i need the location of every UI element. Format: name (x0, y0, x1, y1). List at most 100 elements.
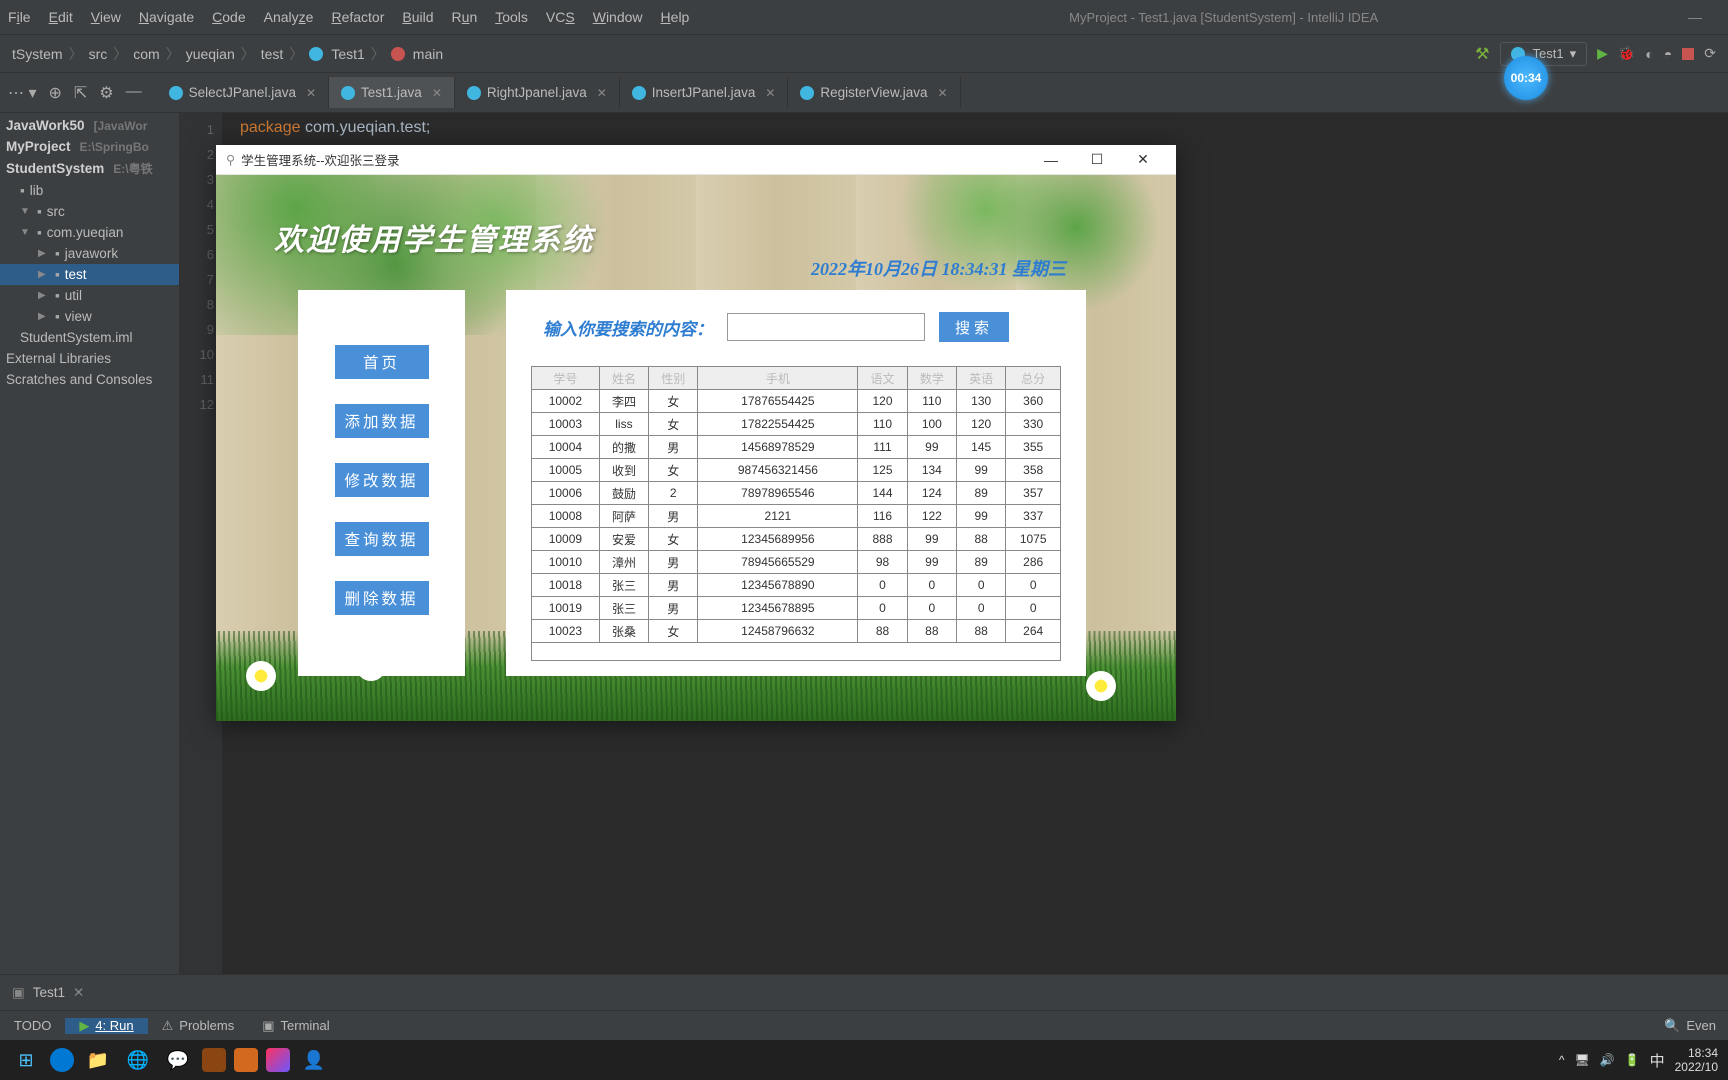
tab-insertjpanel[interactable]: InsertJPanel.java✕ (620, 77, 789, 108)
close-icon[interactable]: ✕ (73, 985, 84, 1001)
debug-icon[interactable]: 🐞 (1618, 45, 1635, 62)
code-line[interactable]: package com.yueqian.test; (240, 117, 430, 137)
intellij-icon[interactable] (266, 1048, 290, 1072)
folder-src[interactable]: ▼▪src (0, 201, 179, 222)
external-libraries[interactable]: External Libraries (0, 348, 179, 369)
gear-icon[interactable]: ⚙ (99, 83, 113, 103)
table-header[interactable]: 姓名 (599, 367, 648, 390)
table-header[interactable]: 数学 (907, 367, 956, 390)
tab-rightjpanel[interactable]: RightJpanel.java✕ (455, 77, 620, 108)
hide-icon[interactable]: — (126, 83, 142, 103)
menu-help[interactable]: Help (661, 9, 690, 25)
eventlog-tool[interactable]: 🔍Even (1650, 1018, 1728, 1034)
add-button[interactable]: 添加数据 (335, 404, 429, 438)
crumb[interactable]: src (89, 46, 108, 62)
table-row[interactable]: 10009安爱女1234568995688899881075 (532, 528, 1061, 551)
table-header[interactable]: 总分 (1006, 367, 1061, 390)
edit-button[interactable]: 修改数据 (335, 463, 429, 497)
explorer-icon[interactable]: 📁 (82, 1044, 114, 1076)
delete-button[interactable]: 删除数据 (335, 581, 429, 615)
menu-analyze[interactable]: Analyze (264, 9, 314, 25)
table-row[interactable]: 10006鼓励27897896554614412489357 (532, 482, 1061, 505)
clock[interactable]: 18:34 2022/10 (1675, 1046, 1718, 1075)
scratches[interactable]: Scratches and Consoles (0, 369, 179, 390)
tray-monitor-icon[interactable]: 🖥 (1574, 1053, 1589, 1067)
table-row[interactable]: 10003liss女17822554425110100120330 (532, 413, 1061, 436)
close-icon[interactable]: ✕ (765, 86, 775, 100)
data-table[interactable]: 学号姓名性别手机语文数学英语总分 10002李四女178765544251201… (531, 366, 1061, 661)
app-icon[interactable]: 👤 (298, 1044, 330, 1076)
table-row[interactable]: 10010漳州男78945665529989989286 (532, 551, 1061, 574)
table-row[interactable]: 10018张三男123456788900000 (532, 574, 1061, 597)
run-tool[interactable]: ▶4: Run (65, 1018, 147, 1034)
coverage-icon[interactable]: ◐ (1645, 46, 1653, 62)
crumb[interactable]: com (133, 46, 159, 62)
menu-view[interactable]: View (91, 9, 121, 25)
table-row[interactable]: 10004的撒男1456897852911199145355 (532, 436, 1061, 459)
close-icon[interactable]: ✕ (306, 86, 316, 100)
collapse-icon[interactable]: ⇱ (74, 83, 87, 103)
project-tree[interactable]: JavaWork50[JavaWor MyProjectE:\SpringBo … (0, 113, 180, 974)
close-icon[interactable]: ✕ (937, 86, 947, 100)
close-button[interactable]: ✕ (1120, 151, 1166, 168)
run-tab-label[interactable]: Test1 (33, 985, 65, 1000)
menu-code[interactable]: Code (212, 9, 245, 25)
run-icon[interactable]: ▶ (1597, 45, 1608, 62)
tray-volume-icon[interactable]: 🔊 (1600, 1053, 1615, 1067)
maximize-button[interactable]: ☐ (1074, 151, 1120, 168)
tab-test1[interactable]: Test1.java✕ (329, 77, 455, 108)
app-icon[interactable] (202, 1048, 226, 1072)
timer-badge[interactable]: 00:34 (1504, 56, 1548, 100)
menu-build[interactable]: Build (402, 9, 433, 25)
todo-tool[interactable]: TODO (0, 1018, 65, 1033)
menu-file[interactable]: File (8, 9, 31, 25)
build-icon[interactable]: ⚒ (1475, 44, 1489, 64)
menu-window[interactable]: Window (593, 9, 643, 25)
table-row[interactable]: 10002李四女17876554425120110130360 (532, 390, 1061, 413)
table-row[interactable]: 10019张三男123456788950000 (532, 597, 1061, 620)
locate-icon[interactable]: ⊕ (48, 83, 61, 103)
menu-run[interactable]: Run (452, 9, 478, 25)
menu-navigate[interactable]: Navigate (139, 9, 194, 25)
crumb[interactable]: tSystem (12, 46, 63, 62)
tray-battery-icon[interactable]: 🔋 (1625, 1053, 1640, 1067)
menu-refactor[interactable]: Refactor (331, 9, 384, 25)
app-icon[interactable] (234, 1048, 258, 1072)
ime-indicator[interactable]: 中 (1650, 1050, 1665, 1071)
terminal-tool[interactable]: ▣Terminal (248, 1018, 343, 1034)
dropdown-icon[interactable]: ⋯ ▾ (8, 83, 36, 103)
crumb[interactable]: test (261, 46, 284, 62)
project-root[interactable]: JavaWork50[JavaWor (0, 115, 179, 136)
close-icon[interactable]: ✕ (597, 86, 607, 100)
project-root[interactable]: MyProjectE:\SpringBo (0, 136, 179, 157)
table-row[interactable]: 10005收到女98745632145612513499358 (532, 459, 1061, 482)
profiler-icon[interactable]: ◓ (1664, 46, 1672, 62)
home-button[interactable]: 首页 (335, 345, 429, 379)
swing-titlebar[interactable]: ⚲ 学生管理系统--欢迎张三登录 — ☐ ✕ (216, 145, 1176, 175)
tab-selectjpanel[interactable]: SelectJPanel.java✕ (157, 77, 329, 108)
table-header[interactable]: 手机 (698, 367, 858, 390)
search-button[interactable]: 搜索 (939, 312, 1009, 342)
folder-javawork[interactable]: ▶▪javawork (0, 243, 179, 264)
file-iml[interactable]: StudentSystem.iml (0, 327, 179, 348)
folder-view[interactable]: ▶▪view (0, 306, 179, 327)
table-row[interactable]: 10023张桑女12458796632888888264 (532, 620, 1061, 643)
chrome-icon[interactable]: 🌐 (122, 1044, 154, 1076)
table-row[interactable]: 10008阿萨男212111612299337 (532, 505, 1061, 528)
minimize-button[interactable]: — (1028, 152, 1074, 168)
crumb[interactable]: yueqian (186, 46, 235, 62)
project-root[interactable]: StudentSystemE:\粤铁 (0, 157, 179, 180)
crumb[interactable]: Test1 (331, 46, 364, 62)
query-button[interactable]: 查询数据 (335, 522, 429, 556)
table-header[interactable]: 英语 (957, 367, 1006, 390)
table-header[interactable]: 性别 (649, 367, 698, 390)
window-minimize[interactable]: — (1688, 9, 1702, 25)
folder-util[interactable]: ▶▪util (0, 285, 179, 306)
edge-icon[interactable] (50, 1048, 74, 1072)
crumb[interactable]: main (413, 46, 443, 62)
menu-vcs[interactable]: VCS (546, 9, 575, 25)
table-header[interactable]: 学号 (532, 367, 600, 390)
folder-pkg[interactable]: ▼▪com.yueqian (0, 222, 179, 243)
search-input[interactable] (727, 313, 925, 341)
tray-chevron-icon[interactable]: ^ (1559, 1053, 1565, 1067)
